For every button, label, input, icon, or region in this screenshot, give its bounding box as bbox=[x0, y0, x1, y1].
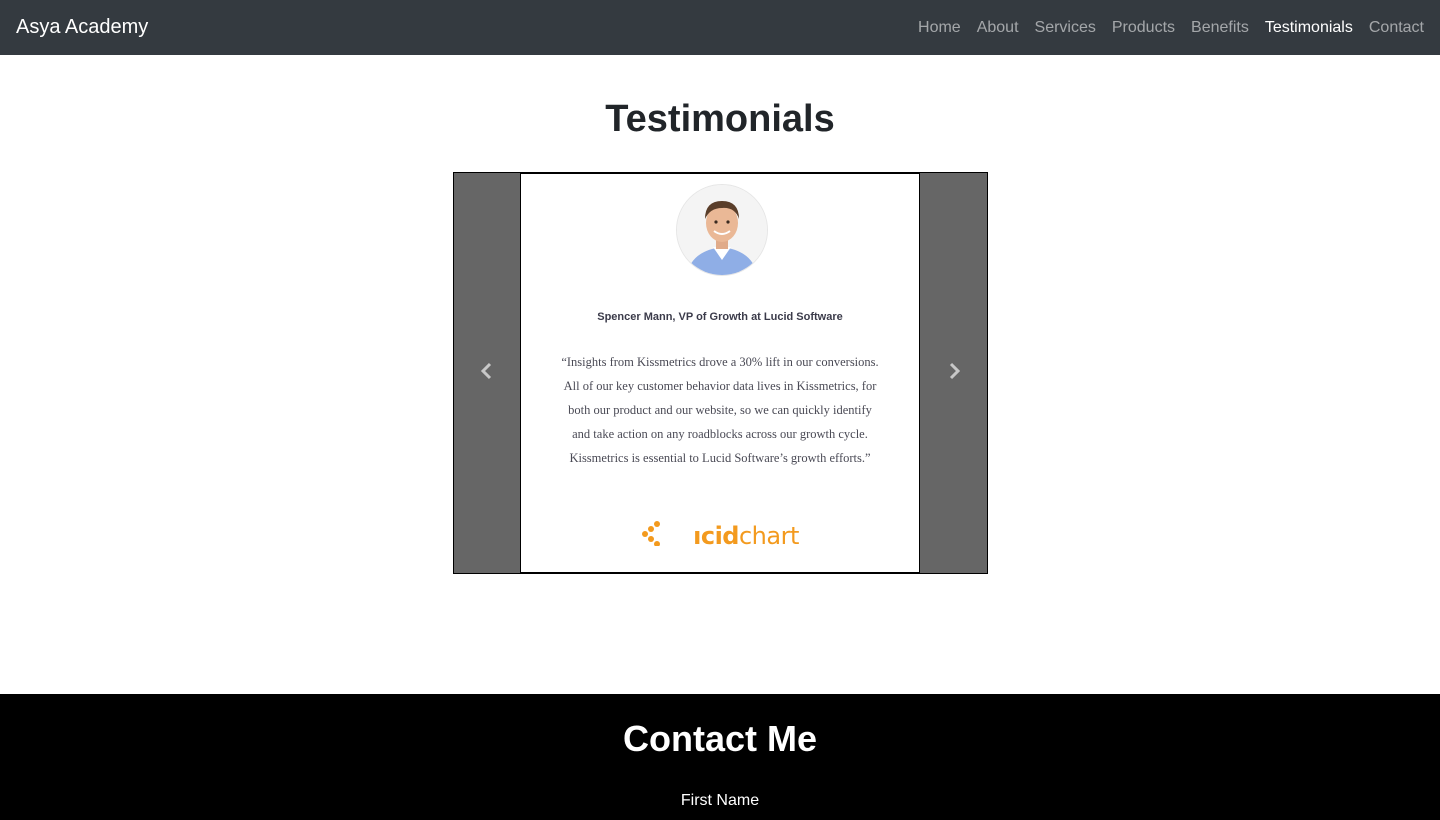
carousel-next-button[interactable] bbox=[921, 173, 987, 573]
carousel-prev-button[interactable] bbox=[454, 173, 520, 573]
nav-link-home[interactable]: Home bbox=[918, 19, 961, 37]
company-logo-text: ıcidchart bbox=[693, 522, 799, 550]
testimonial-quote: “Insights from Kissmetrics drove a 30% l… bbox=[561, 355, 879, 465]
lucidchart-mark-icon bbox=[641, 520, 663, 551]
navbar: Asya Academy Home About Services Product… bbox=[0, 0, 1440, 55]
contact-section: Contact Me First Name bbox=[0, 694, 1440, 820]
testimonials-title: Testimonials bbox=[605, 98, 835, 140]
testimonial-carousel: Spencer Mann, VP of Growth at Lucid Soft… bbox=[453, 172, 988, 574]
nav-link-testimonials[interactable]: Testimonials bbox=[1265, 19, 1353, 37]
company-logo: ıcidchart bbox=[521, 520, 919, 551]
nav-link-contact[interactable]: Contact bbox=[1369, 19, 1424, 37]
testimonial-author: Spencer Mann, VP of Growth at Lucid Soft… bbox=[597, 311, 843, 323]
logo-text-rest: chart bbox=[738, 521, 799, 550]
contact-title: Contact Me bbox=[622, 718, 817, 759]
nav-link-benefits[interactable]: Benefits bbox=[1191, 19, 1249, 37]
nav-link-products[interactable]: Products bbox=[1112, 19, 1175, 37]
brand-link[interactable]: Asya Academy bbox=[16, 16, 148, 39]
avatar bbox=[676, 184, 768, 276]
logo-text-bold: ıcid bbox=[693, 521, 739, 550]
first-name-label: First Name bbox=[680, 792, 760, 809]
chevron-left-icon bbox=[477, 361, 497, 386]
nav-links: Home About Services Products Benefits Te… bbox=[902, 19, 1424, 37]
testimonial-slide: Spencer Mann, VP of Growth at Lucid Soft… bbox=[520, 173, 920, 573]
chevron-right-icon bbox=[944, 361, 964, 386]
nav-link-about[interactable]: About bbox=[977, 19, 1019, 37]
nav-link-services[interactable]: Services bbox=[1035, 19, 1096, 37]
